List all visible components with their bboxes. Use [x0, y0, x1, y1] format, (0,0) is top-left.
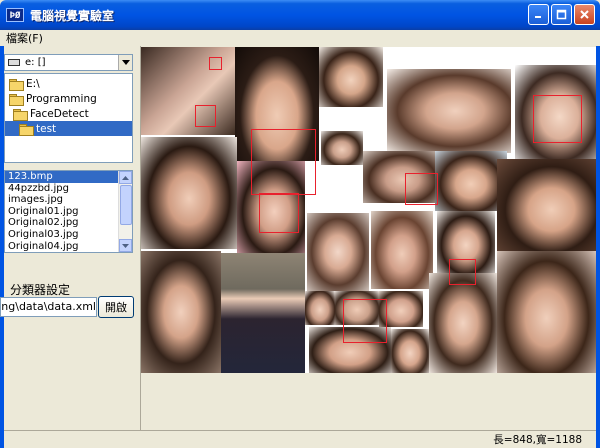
face-detection-box	[533, 95, 582, 143]
face-photo	[497, 159, 596, 251]
image-panel	[140, 46, 596, 430]
face-photo	[321, 131, 363, 165]
folder-open-icon	[19, 123, 34, 136]
face-photo	[307, 213, 369, 291]
dir-item[interactable]: FaceDetect	[13, 106, 89, 121]
maximize-icon	[556, 9, 567, 20]
face-photo	[429, 273, 497, 373]
scroll-up-button[interactable]	[119, 171, 132, 184]
chevron-up-icon	[122, 175, 129, 180]
face-detection-box	[405, 173, 438, 205]
open-button[interactable]: 開啟	[98, 296, 134, 318]
directory-tree[interactable]: E:\ Programming FaceDetect test	[4, 73, 133, 163]
face-detection-box	[343, 299, 387, 343]
file-item[interactable]: Original04.jpg	[5, 241, 132, 252]
dir-label: Programming	[26, 92, 97, 105]
close-icon	[580, 10, 589, 19]
file-item[interactable]: 44pzzbd.jpg	[5, 183, 132, 195]
file-item[interactable]: Original01.jpg	[5, 206, 132, 218]
scroll-thumb[interactable]	[120, 185, 132, 225]
classifier-path-value: C:\Programming\data\data.xml	[1, 300, 96, 313]
face-photo	[371, 211, 433, 289]
face-photo	[141, 137, 237, 249]
file-item[interactable]: Original03.jpg	[5, 229, 132, 241]
face-detection-box	[251, 129, 316, 195]
file-item-selected[interactable]: 123.bmp	[5, 171, 118, 183]
dir-label: E:\	[26, 77, 40, 90]
chevron-down-icon	[122, 243, 129, 248]
title-bar[interactable]: ÞØ 電腦視覺實驗室	[0, 0, 600, 30]
classifier-label: 分類器設定	[10, 283, 71, 297]
menu-bar: 檔案(F)	[0, 30, 600, 46]
folder-open-icon	[13, 108, 28, 121]
dir-item-selected[interactable]: test	[5, 121, 132, 136]
scroll-down-button[interactable]	[119, 239, 132, 252]
window-title: 電腦視覺實驗室	[30, 8, 115, 23]
face-photo	[305, 291, 335, 325]
drive-value: e: []	[25, 57, 46, 68]
dir-item[interactable]: E:\	[9, 76, 40, 91]
face-detection-box	[449, 259, 476, 285]
drive-icon	[8, 59, 20, 66]
image-size-status: 長=848,寬=1188	[493, 434, 582, 446]
dir-item[interactable]: Programming	[9, 91, 97, 106]
chevron-down-icon	[121, 60, 130, 65]
face-detection-box	[209, 57, 222, 70]
maximize-button[interactable]	[551, 4, 572, 25]
folder-open-icon	[9, 93, 24, 106]
face-photo	[387, 69, 511, 153]
dropdown-arrow-button[interactable]	[118, 55, 132, 70]
drive-select[interactable]: e: []	[4, 54, 133, 71]
file-item[interactable]: images.jpg	[5, 194, 132, 206]
dir-label: test	[36, 122, 57, 135]
file-list[interactable]: 123.bmp 44pzzbd.jpg images.jpg Original0…	[4, 170, 133, 253]
face-photo	[221, 253, 305, 373]
photo-collage	[141, 47, 596, 373]
close-button[interactable]	[574, 4, 595, 25]
window-border-right	[596, 30, 600, 448]
menu-file[interactable]: 檔案(F)	[6, 30, 43, 46]
folder-open-icon	[9, 78, 24, 91]
file-item[interactable]: Original02.jpg	[5, 217, 132, 229]
face-photo	[391, 329, 429, 373]
face-photo	[319, 47, 383, 107]
dir-label: FaceDetect	[30, 107, 89, 120]
face-photo	[497, 251, 596, 373]
classifier-path-input[interactable]: C:\Programming\data\data.xml	[0, 297, 97, 317]
face-photo	[141, 251, 221, 373]
face-detection-box	[195, 105, 216, 127]
minimize-button[interactable]	[528, 4, 549, 25]
minimize-icon	[535, 16, 541, 18]
app-icon: ÞØ	[6, 8, 24, 22]
status-bar: 長=848,寬=1188	[4, 430, 596, 448]
face-detection-box	[259, 193, 299, 233]
file-list-scrollbar[interactable]	[118, 171, 132, 252]
